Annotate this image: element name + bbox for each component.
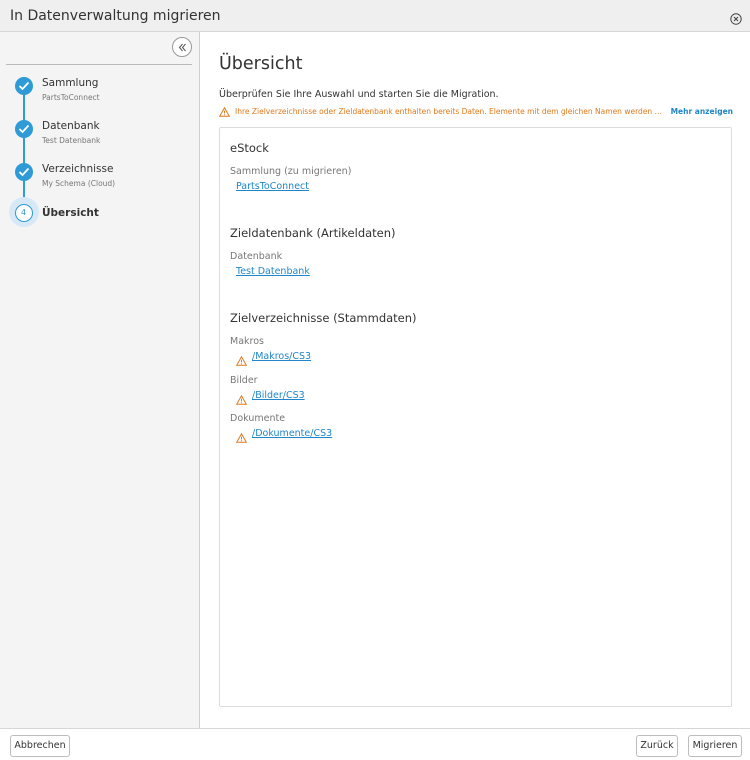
step-number: 4	[20, 208, 27, 217]
back-button[interactable]: Zurück	[636, 735, 678, 757]
section-title-target-db: Zieldatenbank (Artikeldaten)	[230, 226, 396, 240]
dokumente-link[interactable]: /Dokumente/CS3	[252, 428, 332, 439]
field-label-makros: Makros	[230, 336, 264, 347]
database-link[interactable]: Test Datenbank	[236, 266, 310, 277]
field-label-collection: Sammlung (zu migrieren)	[230, 166, 352, 177]
step-number-badge: 4	[15, 204, 33, 222]
step-sublabel: PartsToConnect	[42, 93, 100, 102]
step-sublabel: Test Datenbank	[42, 136, 101, 145]
field-label-dokumente: Dokumente	[230, 413, 286, 424]
step-verzeichnisse[interactable]: Verzeichnisse My Schema (Cloud)	[0, 161, 200, 201]
migrate-button[interactable]: Migrieren	[688, 735, 742, 757]
dialog-footer: Abbrechen Zurück Migrieren	[0, 728, 750, 760]
warning-icon	[218, 106, 231, 119]
dialog-title: In Datenverwaltung migrieren	[10, 8, 221, 24]
check-icon	[15, 77, 33, 95]
step-datenbank[interactable]: Datenbank Test Datenbank	[0, 118, 200, 158]
step-uebersicht[interactable]: 4 Übersicht	[0, 197, 200, 242]
close-icon[interactable]	[730, 10, 742, 25]
field-label-bilder: Bilder	[230, 375, 258, 386]
intro-text: Überprüfen Sie Ihre Auswahl und starten …	[219, 89, 499, 100]
step-label: Verzeichnisse	[42, 163, 114, 175]
main-panel: Übersicht Überprüfen Sie Ihre Auswahl un…	[201, 32, 750, 728]
warning-banner: Ihre Zielverzeichnisse oder Zieldatenban…	[218, 106, 733, 119]
check-icon	[15, 120, 33, 138]
summary-card: eStock Sammlung (zu migrieren) PartsToCo…	[219, 127, 732, 707]
step-label: Übersicht	[42, 207, 99, 219]
field-label-database: Datenbank	[230, 251, 283, 262]
cancel-button[interactable]: Abbrechen	[10, 735, 70, 757]
step-sublabel: My Schema (Cloud)	[42, 179, 116, 188]
wizard-sidebar: Sammlung PartsToConnect Datenbank Test D…	[0, 32, 200, 728]
double-chevron-left-icon	[178, 43, 186, 52]
page-title: Übersicht	[219, 54, 303, 74]
section-title-estock: eStock	[230, 141, 269, 155]
sidebar-divider	[6, 64, 192, 65]
warning-icon	[235, 351, 248, 370]
check-icon	[15, 163, 33, 181]
step-sammlung[interactable]: Sammlung PartsToConnect	[0, 75, 200, 115]
show-more-link[interactable]: Mehr anzeigen	[671, 107, 733, 116]
makros-link[interactable]: /Makros/CS3	[252, 351, 311, 362]
warning-icon	[235, 390, 248, 409]
collection-link[interactable]: PartsToConnect	[236, 181, 309, 192]
section-title-target-dirs: Zielverzeichnisse (Stammdaten)	[230, 311, 417, 325]
warning-text: Ihre Zielverzeichnisse oder Zieldatenban…	[235, 107, 665, 116]
collapse-sidebar-button[interactable]	[172, 37, 192, 57]
dialog-titlebar: In Datenverwaltung migrieren	[0, 0, 750, 32]
bilder-link[interactable]: /Bilder/CS3	[252, 390, 305, 401]
step-label: Sammlung	[42, 77, 99, 89]
warning-icon	[235, 428, 248, 447]
step-label: Datenbank	[42, 120, 100, 132]
